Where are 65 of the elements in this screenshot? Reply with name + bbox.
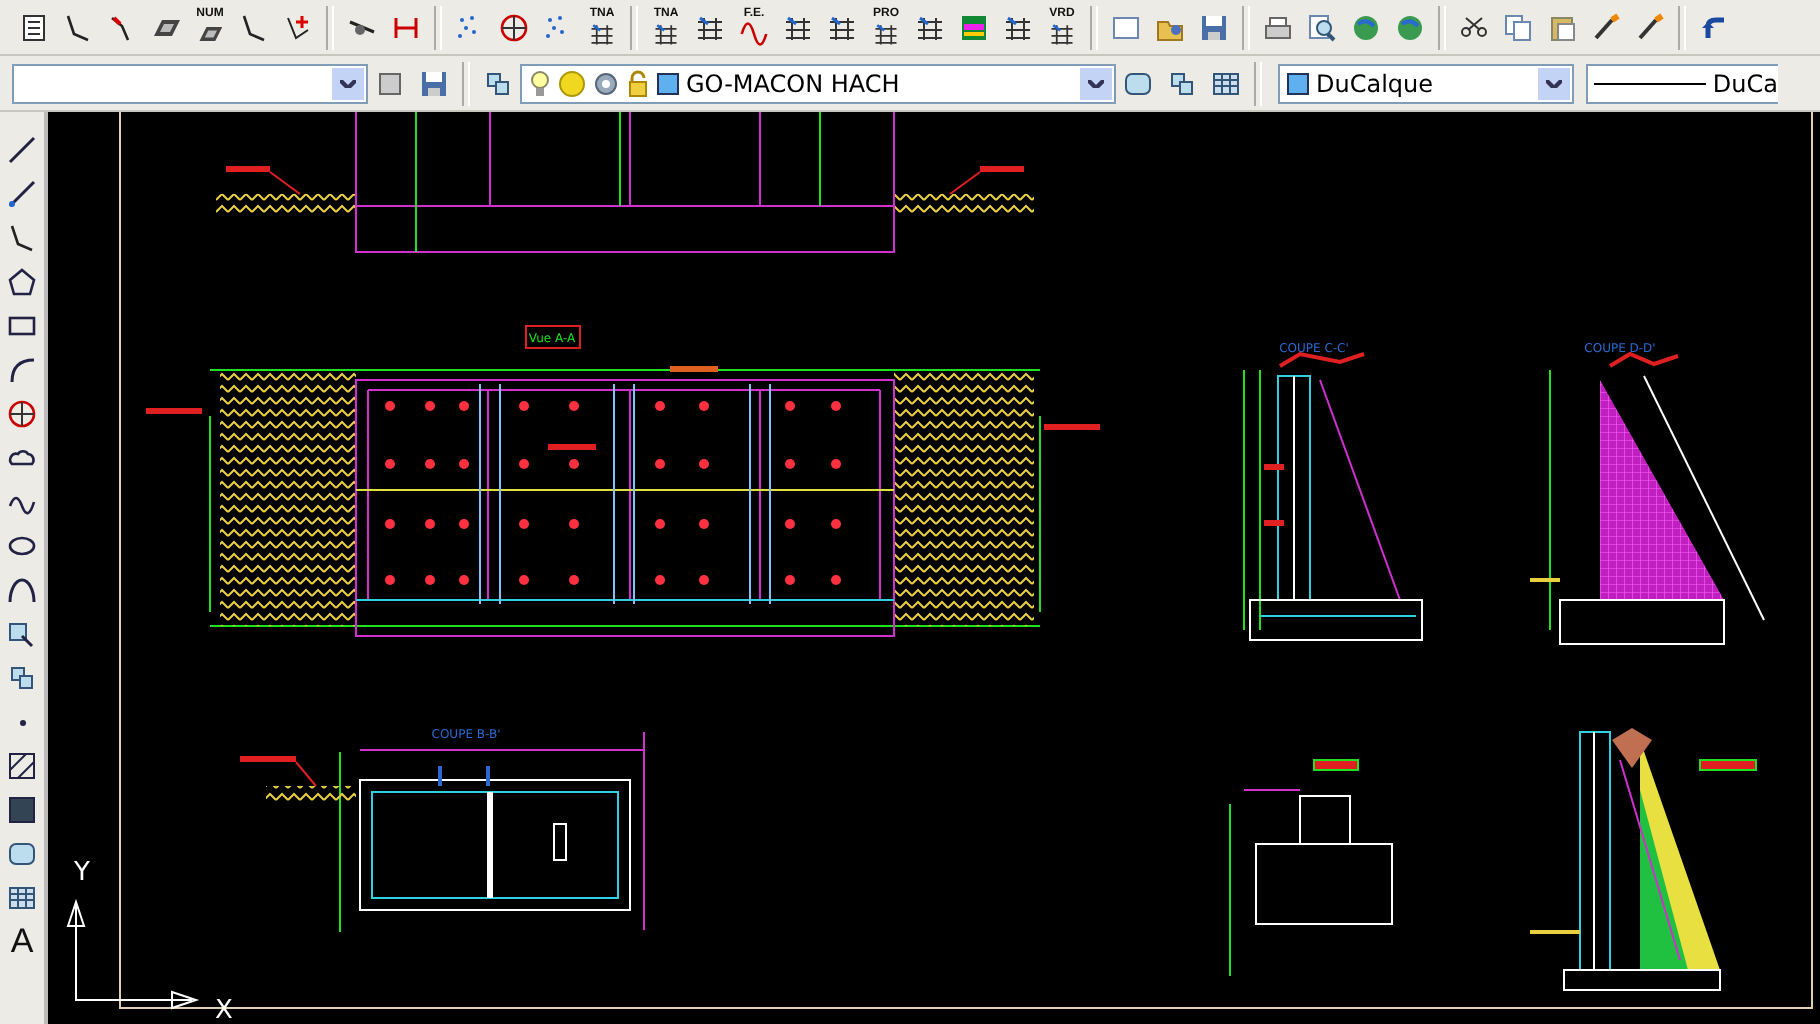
table-icon (1210, 67, 1242, 99)
color-swatch-icon (1286, 71, 1310, 95)
globe-icon (1350, 11, 1382, 43)
globe-icon (1394, 11, 1426, 43)
chart-icon (958, 11, 990, 43)
circle-icon (498, 11, 530, 43)
dropdown-button[interactable] (332, 67, 364, 99)
grid-icon (782, 11, 814, 43)
copy-icon (1502, 11, 1534, 43)
grid-icon (826, 11, 858, 43)
hatch-icon (6, 750, 38, 782)
cross-icon (282, 11, 314, 43)
block-icon (1166, 67, 1198, 99)
grid-icon (872, 19, 900, 47)
table-icon (6, 882, 38, 914)
scissors-icon (1458, 11, 1490, 43)
point-icon (17, 717, 27, 727)
region-icon (1122, 67, 1154, 99)
wave-icon (740, 19, 768, 47)
color-dropdown[interactable]: DuCalque (1278, 63, 1574, 103)
brush-icon (1634, 11, 1666, 43)
polyline-icon (238, 11, 270, 43)
ray-icon (6, 178, 38, 210)
arc-icon (6, 354, 38, 386)
ellipse-arc-icon (6, 574, 38, 606)
layer-name: GO-MACON HACH (686, 69, 900, 97)
padlock-icon (626, 69, 650, 97)
block-icon (6, 662, 38, 694)
dropdown-button[interactable] (1538, 67, 1570, 99)
caret-icon (1546, 79, 1562, 87)
polyline-icon (62, 11, 94, 43)
grid-icon (914, 11, 946, 43)
page-icon (1110, 11, 1142, 43)
axis-label: Y (74, 858, 90, 888)
solid-line-icon (1594, 79, 1707, 87)
text-tool-button[interactable]: A (0, 924, 44, 960)
bulb-icon (528, 69, 552, 97)
grid-icon (1002, 11, 1034, 43)
paste-icon (1546, 11, 1578, 43)
layer-dropdown[interactable]: GO-MACON HACH (520, 63, 1116, 103)
linetype-value: DuCa (1712, 69, 1778, 97)
sun-icon (558, 69, 586, 97)
polygon-icon (6, 266, 38, 298)
block-icon (482, 67, 514, 99)
dropdown-button[interactable] (1080, 67, 1112, 99)
grid-icon (1048, 19, 1076, 47)
list-icon (18, 11, 50, 43)
layer-color-icon (656, 71, 680, 95)
gradient-icon (6, 794, 38, 826)
caret-icon (1088, 79, 1104, 87)
magnifier-icon (1306, 11, 1338, 43)
circle-icon (6, 398, 38, 430)
region-icon (6, 838, 38, 870)
grid-icon (588, 19, 616, 47)
polyline-icon (6, 222, 38, 254)
ucs-icon (66, 898, 200, 1010)
caret-icon (340, 79, 356, 87)
color-value: DuCalque (1316, 69, 1434, 97)
insert-icon (6, 618, 38, 650)
brush-icon (1590, 11, 1622, 43)
grid-icon (694, 11, 726, 43)
linetype-dropdown[interactable]: DuCa (1586, 63, 1778, 103)
grid-icon (652, 19, 680, 47)
line-icon (6, 134, 38, 166)
printer-icon (1262, 11, 1294, 43)
